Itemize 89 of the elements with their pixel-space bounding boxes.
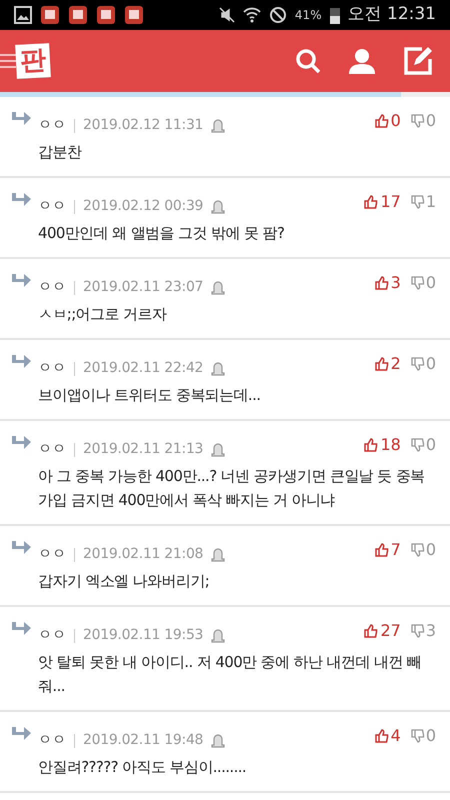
alarm-bell-icon[interactable] <box>211 118 226 134</box>
thumbs-down-icon <box>410 728 425 742</box>
thumbs-up-icon <box>374 356 389 370</box>
reply-arrow-icon <box>10 726 32 742</box>
username: ㅇㅇ <box>38 626 66 645</box>
reply-arrow-icon <box>10 192 32 208</box>
reply-arrow-icon <box>10 111 32 127</box>
wifi-icon <box>242 6 261 24</box>
comment-date: 2019.02.11 21:08 <box>83 545 204 564</box>
reply-arrow-icon <box>10 273 32 289</box>
menu-button[interactable]: 판 <box>0 44 50 78</box>
reply-arrow-icon <box>10 354 32 370</box>
comment-text: ㅅㅂ;;어그로 거르자 <box>38 304 168 325</box>
like-button[interactable]: 3 <box>374 270 401 294</box>
comment-date: 2019.02.11 19:48 <box>83 731 204 750</box>
username: ㅇㅇ <box>38 359 66 378</box>
app-notification-icon <box>68 5 88 25</box>
thumbs-up-icon <box>364 624 378 638</box>
dislike-button[interactable]: 1 <box>410 190 436 214</box>
alarm-bell-icon[interactable] <box>211 546 226 562</box>
comment-date: 2019.02.12 11:31 <box>83 116 204 135</box>
alarm-bell-icon[interactable] <box>211 280 226 296</box>
logo: 판 <box>15 43 51 79</box>
menu-icon <box>0 51 16 71</box>
comment-date: 2019.02.12 00:39 <box>83 197 204 216</box>
thumbs-down-icon <box>410 114 425 128</box>
thumbs-down-icon <box>410 194 425 208</box>
alarm-bell-icon[interactable] <box>211 360 226 376</box>
thumbs-down-icon <box>410 438 425 452</box>
dislike-button[interactable]: 3 <box>410 618 436 642</box>
battery-percent: 41% <box>294 7 322 24</box>
reply-arrow-icon <box>10 540 32 556</box>
gallery-icon <box>14 6 32 24</box>
battery-icon <box>330 6 340 24</box>
user-icon[interactable] <box>348 48 376 74</box>
comment-text: 갑자기 엑소엘 나와버리기; <box>38 571 210 592</box>
alarm-bell-icon[interactable] <box>211 442 226 458</box>
do-not-disturb-icon <box>268 6 287 24</box>
reply-arrow-icon <box>10 621 32 637</box>
dislike-button[interactable]: 0 <box>410 270 436 294</box>
thumbs-down-icon <box>410 276 425 290</box>
username: ㅇㅇ <box>38 278 66 297</box>
mute-icon <box>218 7 235 23</box>
comment-text: 안질려????? 아직도 부심이........ <box>38 757 248 778</box>
write-icon[interactable] <box>402 45 434 77</box>
app-notification-icon <box>40 5 60 25</box>
username: ㅇㅇ <box>38 440 66 459</box>
app-notification-icon <box>96 5 116 25</box>
dislike-button[interactable]: 0 <box>410 108 436 132</box>
thumbs-down-icon <box>410 356 425 370</box>
dislike-button[interactable]: 0 <box>410 432 436 456</box>
thumbs-up-icon <box>374 114 389 128</box>
alarm-bell-icon[interactable] <box>211 198 226 214</box>
comment-date: 2019.02.11 22:42 <box>83 359 204 378</box>
like-button[interactable]: 18 <box>364 432 401 456</box>
comment-date: 2019.02.11 23:07 <box>83 278 204 297</box>
like-button[interactable]: 7 <box>374 538 401 562</box>
clock: 오전 12:31 <box>348 3 436 26</box>
thumbs-up-icon <box>374 728 389 742</box>
alarm-bell-icon[interactable] <box>211 732 226 748</box>
comment-text: 갑분찬 <box>38 142 83 163</box>
username: ㅇㅇ <box>38 116 66 135</box>
app-notification-icon <box>124 5 144 25</box>
like-button[interactable]: 0 <box>374 108 401 132</box>
like-button[interactable]: 27 <box>364 618 401 642</box>
comment-text: 아 그 중복 가능한 400만...? 너넨 공카생기면 큰일날 듯 중복 가입 금지면 400만에서 폭삭 빠지는 거 아니냐 <box>38 466 426 511</box>
comment-text: 앗 탈퇴 못한 내 아이디.. 저 400만 중에 하난 내껀데 내껀 빼줘... <box>38 652 422 697</box>
thumbs-up-icon <box>374 276 389 290</box>
alarm-bell-icon[interactable] <box>211 628 226 644</box>
thumbs-up-icon <box>364 194 378 208</box>
like-button[interactable]: 2 <box>374 352 401 376</box>
comment-text: 브이앱이나 트위터도 중복되는데... <box>38 385 262 406</box>
username: ㅇㅇ <box>38 731 66 750</box>
username: ㅇㅇ <box>38 197 66 216</box>
thumbs-up-icon <box>374 542 389 556</box>
like-button[interactable]: 17 <box>364 190 401 214</box>
dislike-button[interactable]: 0 <box>410 352 436 376</box>
dislike-button[interactable]: 0 <box>410 538 436 562</box>
username: ㅇㅇ <box>38 545 66 564</box>
thumbs-down-icon <box>410 624 425 638</box>
thumbs-up-icon <box>364 438 378 452</box>
like-button[interactable]: 4 <box>374 724 401 748</box>
comment-date: 2019.02.11 21:13 <box>83 440 204 459</box>
search-icon[interactable] <box>294 47 322 75</box>
comment-text: 400만인데 왜 앨범을 그것 밖에 못 팜? <box>38 223 286 244</box>
thumbs-down-icon <box>410 542 425 556</box>
comment-date: 2019.02.11 19:53 <box>83 626 204 645</box>
reply-arrow-icon <box>10 435 32 451</box>
dislike-button[interactable]: 0 <box>410 724 436 748</box>
